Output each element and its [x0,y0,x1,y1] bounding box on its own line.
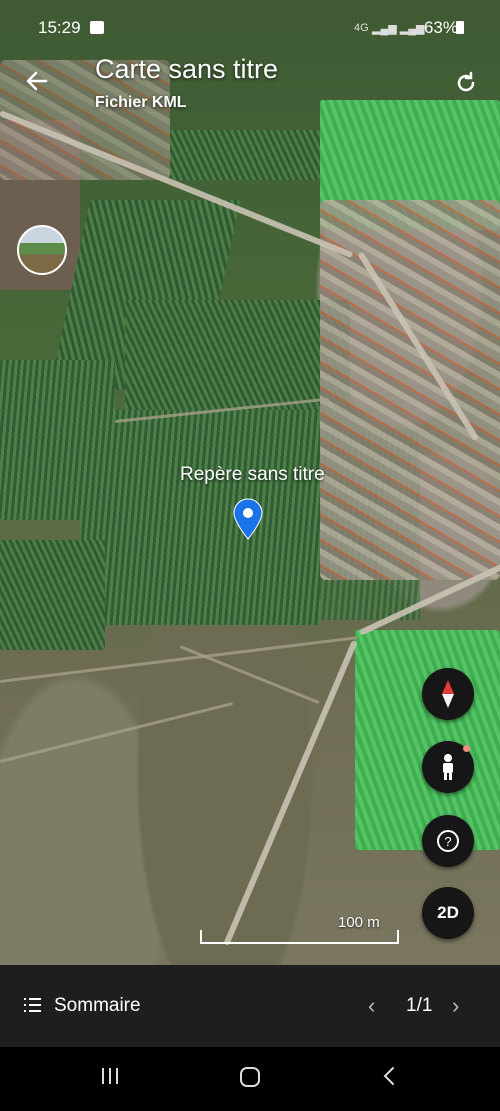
next-icon[interactable]: › [452,993,459,1019]
compass-button[interactable] [422,668,474,720]
map-village [320,200,500,580]
map-track [179,645,320,705]
map-field [170,130,320,180]
previous-icon[interactable]: ‹ [368,993,375,1019]
street-view-button[interactable] [422,741,474,793]
placemark-label[interactable]: Repère sans titre [180,464,325,486]
refresh-icon[interactable] [452,70,480,98]
map-field [80,410,320,625]
system-nav-bar [0,1047,500,1111]
page-title: Carte sans titre [95,54,279,84]
help-location-icon: ? [437,830,459,852]
page-subtitle: Fichier KML [95,94,187,111]
map-track [0,701,234,763]
status-time: 15:29 [38,18,81,37]
map-road [223,639,358,946]
map-view[interactable]: 15:29 4G ▂▄▆ ▂▄▆ 63% Carte sans titre Fi… [0,0,500,965]
scale-label: 100 m [338,914,380,931]
list-icon[interactable] [24,998,41,1012]
summary-bar: Sommaire ‹ 1/1 › [0,965,500,1047]
battery-icon [456,21,464,34]
placemark-pin-icon[interactable] [232,498,264,540]
battery-percent: 63% [423,18,458,37]
map-field [355,630,500,850]
gallery-notification-icon [90,21,104,34]
pegman-icon [443,754,453,780]
status-bar: 15:29 4G ▂▄▆ ▂▄▆ 63% [0,0,500,56]
back-arrow-icon[interactable] [22,68,52,98]
network-type: 4G [354,22,369,34]
home-icon[interactable] [230,1065,270,1093]
view-mode-label: 2D [437,903,459,922]
map-field [0,540,105,650]
signal-icon: ▂▄▆ ▂▄▆ [372,23,425,35]
back-icon[interactable] [370,1065,410,1093]
recent-apps-icon[interactable] [90,1065,130,1093]
summary-button[interactable]: Sommaire [54,995,141,1017]
notification-dot [463,745,470,752]
svg-text:?: ? [444,834,451,849]
page-indicator: 1/1 [406,995,433,1016]
scale-bar [200,930,399,944]
view-mode-button[interactable]: 2D [422,887,474,939]
compass-icon [442,680,454,708]
photo-thumbnail[interactable] [17,225,67,275]
help-button[interactable]: ? [422,815,474,867]
